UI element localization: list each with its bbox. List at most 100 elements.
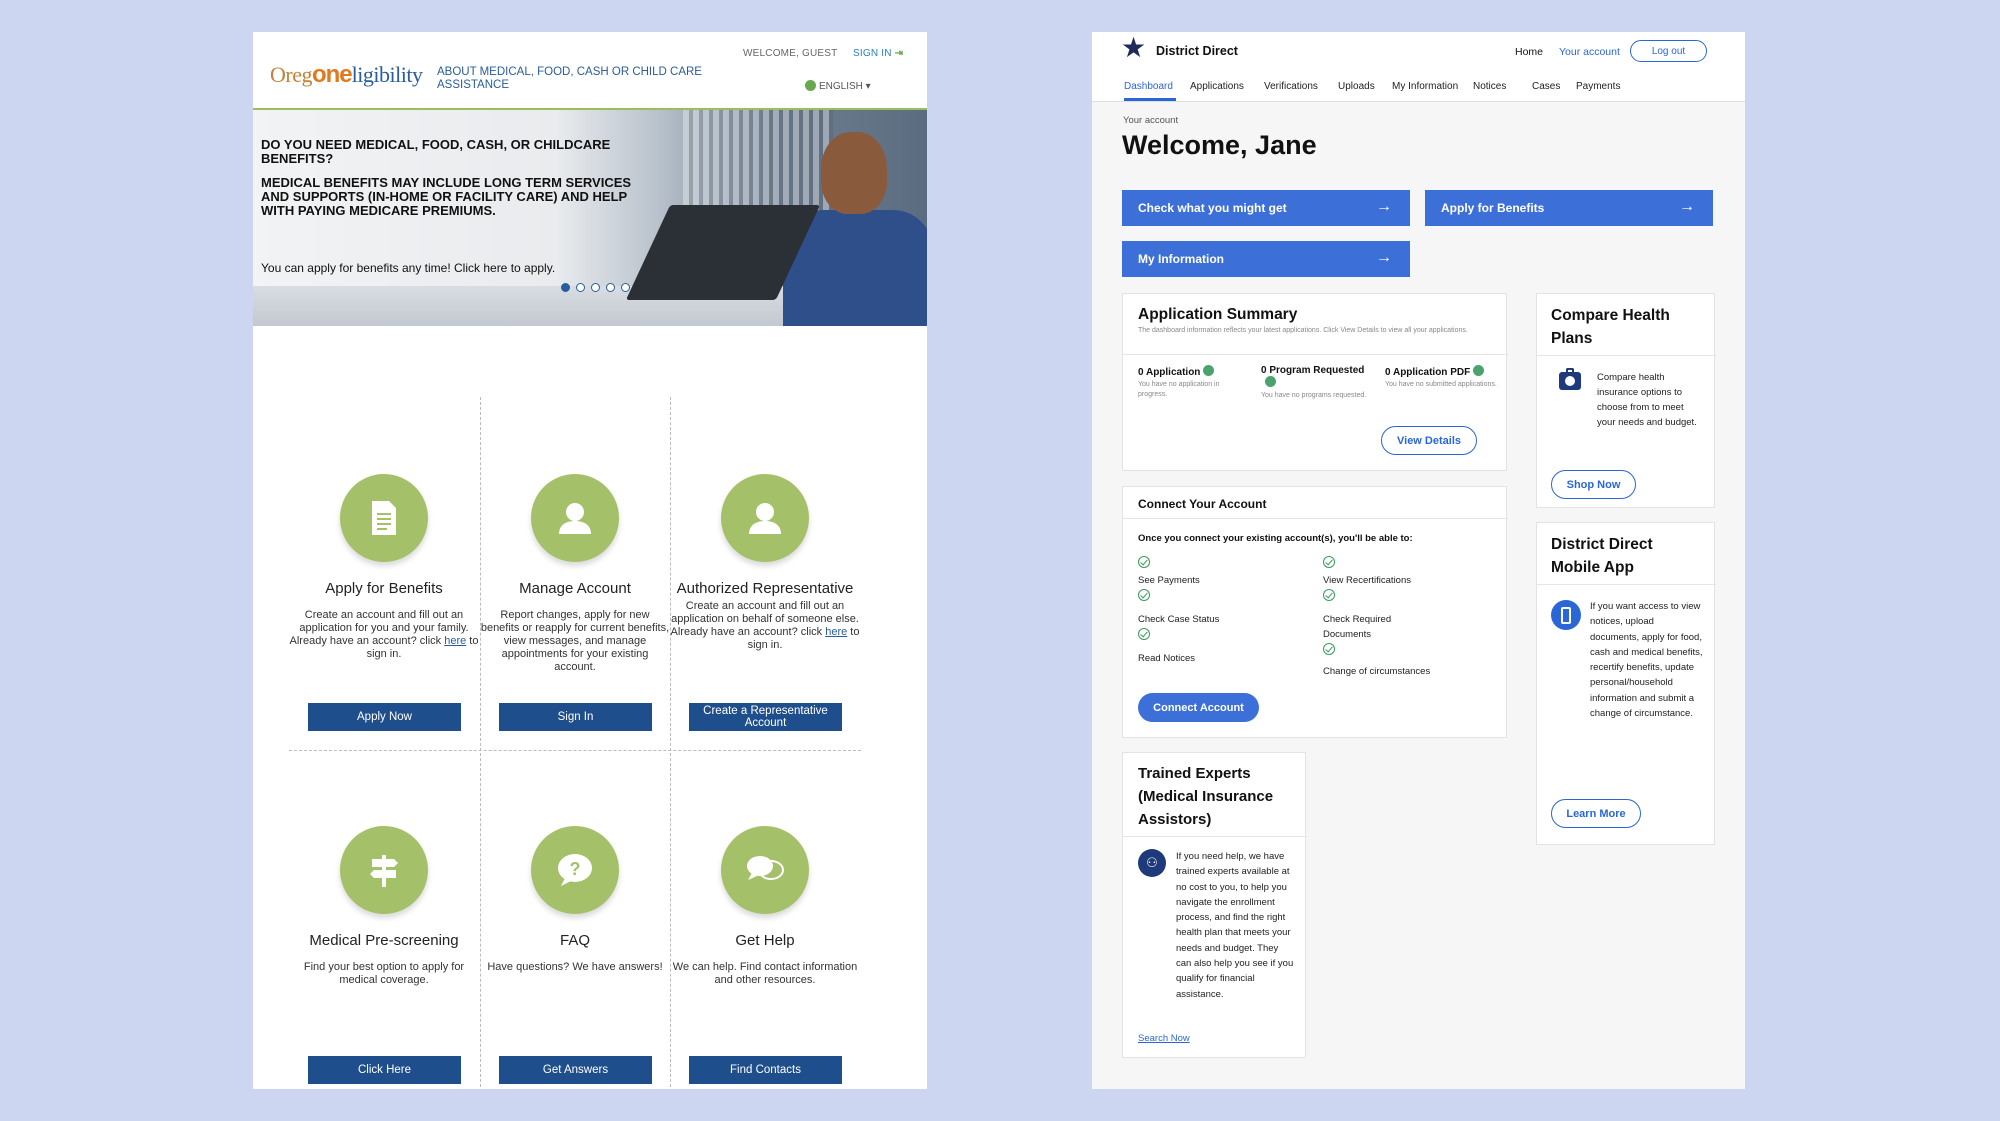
card-description: We can help. Find contact information an… bbox=[672, 961, 858, 986]
connect-item: Check Case Status bbox=[1138, 614, 1220, 625]
tab-dashboard[interactable]: Dashboard bbox=[1124, 81, 1173, 92]
search-now-link[interactable]: Search Now bbox=[1138, 1033, 1190, 1044]
trained-experts-card: Trained Experts (Medical Insurance Assis… bbox=[1122, 752, 1307, 1058]
create-representative-account-button[interactable]: Create a Representative Account bbox=[689, 703, 842, 731]
language-select[interactable]: ENGLISH ▾ bbox=[805, 80, 871, 92]
arrow-right-icon: → bbox=[1376, 198, 1392, 215]
connect-item: View Recertifications bbox=[1323, 575, 1412, 586]
card-faq: ? FAQ Have questions? We have answers! bbox=[480, 826, 670, 974]
card-desc-text: Already have an account? click bbox=[670, 626, 826, 638]
here-link[interactable]: here bbox=[825, 626, 847, 638]
logo-part: Oreg bbox=[270, 62, 312, 87]
carousel-dot[interactable] bbox=[606, 283, 615, 292]
tab-payments[interactable]: Payments bbox=[1576, 81, 1620, 92]
logo-part: ligibility bbox=[351, 62, 423, 87]
question-bubble-icon: ? bbox=[531, 826, 619, 914]
arrow-right-icon: → bbox=[1679, 198, 1695, 215]
status-dot-icon bbox=[1203, 365, 1215, 376]
connect-account-card: Connect Your Account Once you connect yo… bbox=[1122, 486, 1508, 738]
carousel-dot[interactable] bbox=[561, 283, 570, 292]
cta-label: Check what you might get bbox=[1138, 201, 1287, 215]
sign-in-link[interactable]: SIGN IN ⇥ bbox=[853, 48, 903, 59]
card-authorized-representative: Authorized Representative Create an acco… bbox=[670, 474, 860, 652]
check-what-you-might-get-button[interactable]: Check what you might get → bbox=[1122, 190, 1410, 226]
hero-heading-1: DO YOU NEED MEDICAL, FOOD, CASH, OR CHIL… bbox=[261, 137, 611, 166]
application-summary-card: Application Summary The dashboard inform… bbox=[1122, 293, 1508, 471]
tab-applications[interactable]: Applications bbox=[1190, 81, 1244, 92]
status-dot-icon bbox=[1265, 376, 1276, 387]
page-title: Welcome, Jane bbox=[1122, 130, 1317, 160]
nav-home[interactable]: Home bbox=[1515, 46, 1543, 58]
apply-for-benefits-button[interactable]: Apply for Benefits → bbox=[1425, 190, 1713, 226]
service-grid: Apply for Benefits Create an account and… bbox=[289, 397, 861, 1087]
card-description: Create an account and fill out an applic… bbox=[670, 600, 860, 652]
card-get-help: Get Help We can help. Find contact infor… bbox=[670, 826, 860, 987]
card-desc-text: Create an account and fill out an applic… bbox=[671, 600, 859, 625]
card-title: FAQ bbox=[559, 932, 590, 949]
mobile-phone-icon bbox=[1551, 600, 1581, 630]
nav-your-account[interactable]: Your account bbox=[1559, 46, 1620, 58]
shop-now-button[interactable]: Shop Now bbox=[1551, 470, 1636, 499]
grid-divider bbox=[289, 750, 861, 751]
oregon-one-logo[interactable]: Oregoneligibility bbox=[270, 61, 423, 89]
medical-kit-icon bbox=[1559, 368, 1581, 390]
click-here-button[interactable]: Click Here bbox=[308, 1056, 461, 1084]
medical-kit-icon-handle bbox=[1566, 368, 1574, 372]
hero-heading-2: MEDICAL BENEFITS MAY INCLUDE LONG TERM S… bbox=[261, 175, 632, 218]
stat-label-text: 0 Application PDF bbox=[1385, 367, 1471, 378]
card-desc-text: Already have an account? click bbox=[289, 635, 445, 647]
sign-in-button[interactable]: Sign In bbox=[499, 703, 652, 731]
mobile-phone-icon-shape bbox=[1561, 606, 1571, 624]
connect-item: Check Required Documents bbox=[1323, 614, 1392, 640]
tab-cases[interactable]: Cases bbox=[1532, 81, 1560, 92]
card-medical-prescreening: Medical Pre-screening Find your best opt… bbox=[289, 826, 479, 987]
connect-item: Read Notices bbox=[1138, 653, 1196, 664]
find-contacts-button[interactable]: Find Contacts bbox=[689, 1056, 842, 1084]
get-answers-button[interactable]: Get Answers bbox=[499, 1056, 652, 1084]
chat-bubbles-icon bbox=[721, 826, 809, 914]
card-divider bbox=[1537, 355, 1716, 356]
learn-more-button[interactable]: Learn More bbox=[1551, 799, 1641, 828]
card-description: Create an account and fill out an applic… bbox=[289, 609, 479, 661]
card-title: Compare Health Plans bbox=[1551, 307, 1670, 347]
stat-applications: 0 Application You have no application in… bbox=[1138, 365, 1248, 400]
mobile-body: If you want access to view notices, uplo… bbox=[1590, 601, 1703, 720]
carousel-dot[interactable] bbox=[591, 283, 600, 292]
tab-notices[interactable]: Notices bbox=[1473, 81, 1506, 92]
view-details-button[interactable]: View Details bbox=[1381, 426, 1477, 455]
check-circle-icon bbox=[1323, 643, 1335, 655]
carousel-dot[interactable] bbox=[621, 283, 630, 292]
hero-banner[interactable]: DO YOU NEED MEDICAL, FOOD, CASH, OR CHIL… bbox=[253, 110, 927, 326]
my-information-button[interactable]: My Information → bbox=[1122, 241, 1410, 277]
card-divider bbox=[1123, 354, 1508, 355]
stat-label-text: 0 Application bbox=[1138, 367, 1201, 378]
connect-list-left: See Payments Check Case Status Read Noti… bbox=[1138, 555, 1308, 666]
globe-icon bbox=[805, 80, 816, 91]
apply-now-button[interactable]: Apply Now bbox=[308, 703, 461, 731]
log-out-button[interactable]: Log out bbox=[1630, 40, 1707, 62]
hero-subtext[interactable]: You can apply for benefits any time! Cli… bbox=[261, 261, 555, 275]
arrow-right-icon: → bbox=[1376, 249, 1392, 266]
here-link[interactable]: here bbox=[444, 635, 466, 647]
tab-uploads[interactable]: Uploads bbox=[1338, 81, 1375, 92]
check-circle-icon bbox=[1138, 628, 1150, 640]
card-description: Find your best option to apply for medic… bbox=[303, 961, 465, 986]
stat-label: 0 Application bbox=[1138, 365, 1248, 378]
connect-account-button[interactable]: Connect Account bbox=[1138, 693, 1259, 722]
connect-item: See Payments bbox=[1138, 575, 1200, 586]
tab-verifications[interactable]: Verifications bbox=[1264, 81, 1318, 92]
group-icon: ⚇ bbox=[1138, 849, 1166, 877]
card-title: Manage Account bbox=[519, 580, 631, 597]
summary-note: The dashboard information reflects your … bbox=[1138, 327, 1468, 334]
check-circle-icon bbox=[1138, 589, 1150, 601]
brand-name[interactable]: District Direct bbox=[1156, 44, 1238, 58]
tab-my-information[interactable]: My Information bbox=[1392, 81, 1458, 92]
sign-in-label: SIGN IN bbox=[853, 48, 892, 59]
connect-item: Change of circumstances bbox=[1323, 666, 1431, 677]
stat-application-pdf: 0 Application PDF You have no submitted … bbox=[1385, 365, 1500, 390]
card-title: Authorized Representative bbox=[676, 580, 854, 597]
carousel-dot[interactable] bbox=[576, 283, 585, 292]
hero-photo-person bbox=[821, 132, 887, 214]
district-direct-page: ★ District Direct Home Your account Log … bbox=[1092, 32, 1745, 1089]
cta-label: Apply for Benefits bbox=[1441, 201, 1545, 215]
